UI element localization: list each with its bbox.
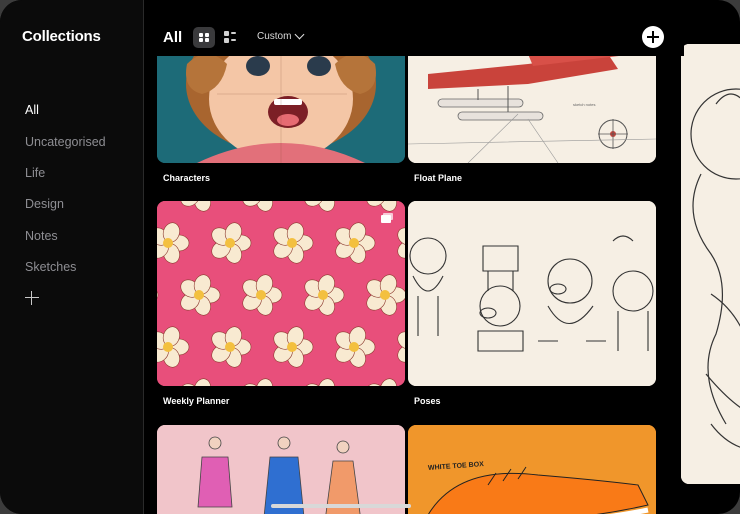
home-indicator[interactable] — [271, 504, 411, 508]
sidebar-title: Collections — [22, 28, 101, 45]
sidebar-item-sketches[interactable]: Sketches — [25, 260, 76, 274]
card-label: Weekly Planner — [163, 396, 230, 406]
chevron-down-icon — [295, 29, 305, 40]
sidebar: Collections All Uncategorised Life Desig… — [0, 0, 144, 514]
sidebar-item-life[interactable]: Life — [25, 166, 45, 180]
card-label: Poses — [414, 396, 441, 406]
card-label: Characters — [163, 173, 211, 183]
svg-text:sketch notes: sketch notes — [573, 102, 595, 107]
list-view-icon[interactable] — [224, 30, 236, 44]
fashion-thumbnail — [157, 425, 405, 514]
toolbar-header: All Custom — [144, 0, 684, 56]
stack-icon — [381, 213, 393, 223]
page-title: All — [163, 29, 183, 46]
sort-dropdown[interactable]: Custom — [257, 29, 305, 42]
card-characters[interactable]: Characters — [157, 44, 405, 194]
weekly-planner-thumbnail — [157, 201, 405, 386]
sidebar-item-all[interactable]: All — [25, 103, 39, 117]
sidebar-item-notes[interactable]: Notes — [25, 229, 58, 243]
poses-thumbnail — [408, 201, 656, 386]
card-shoe[interactable]: WHITE TOE BOX — [408, 425, 656, 514]
shoe-thumbnail: WHITE TOE BOX — [408, 425, 656, 514]
card-weekly-planner[interactable]: Weekly Planner — [157, 201, 405, 411]
card-fashion[interactable] — [157, 425, 405, 514]
preview-panel[interactable] — [681, 44, 740, 484]
add-collection-plus-icon[interactable] — [24, 290, 40, 306]
sidebar-item-uncategorised[interactable]: Uncategorised — [25, 135, 106, 149]
float-plane-thumbnail: sketch notes — [408, 44, 656, 163]
app-window: Collections All Uncategorised Life Desig… — [0, 0, 740, 514]
characters-thumbnail — [157, 44, 405, 163]
sort-label: Custom — [257, 31, 292, 42]
card-poses[interactable]: Poses — [408, 201, 656, 411]
sidebar-item-design[interactable]: Design — [25, 197, 64, 211]
grid-view-icon[interactable] — [193, 27, 215, 48]
plus-circle-icon[interactable] — [642, 26, 664, 48]
card-float-plane[interactable]: sketch notes Float Plane — [408, 44, 656, 194]
card-label: Float Plane — [414, 173, 463, 183]
